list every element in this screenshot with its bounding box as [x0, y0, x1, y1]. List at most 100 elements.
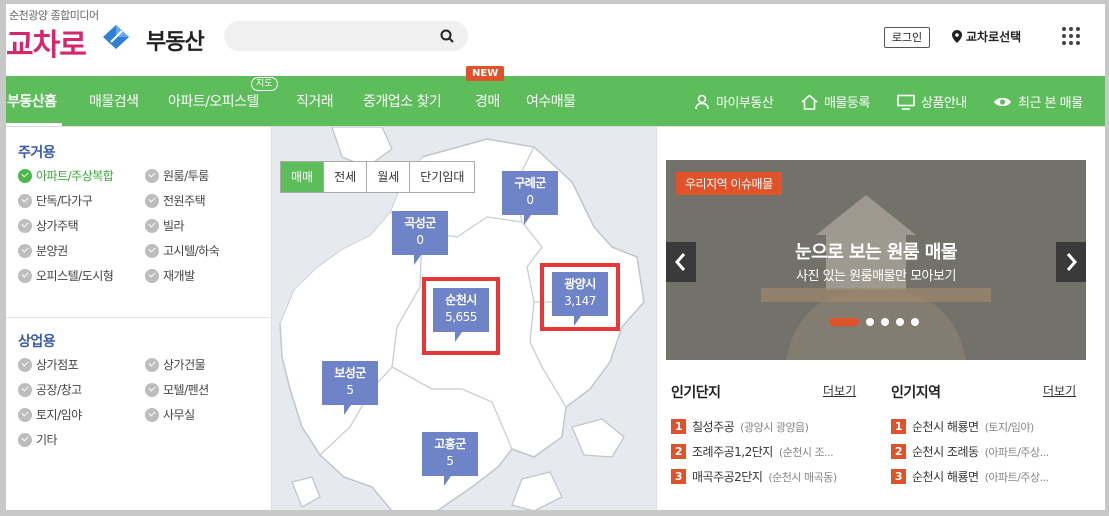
chevron-left-icon — [675, 253, 686, 271]
map-marker-goheung[interactable]: 고흥군 5 — [422, 432, 478, 486]
marker-count: 5 — [446, 454, 454, 468]
category-item-factory[interactable]: 공장/창고 — [18, 381, 82, 398]
logo-text[interactable]: 교차로 — [6, 20, 87, 64]
popular-complex-item[interactable]: 3 매곡주공2단지 (순천시 매곡동) — [671, 468, 837, 485]
category-item-shop-house[interactable]: 상가주택 — [18, 217, 79, 234]
marker-name: 곡성군 — [404, 216, 436, 230]
app-frame: 순천광양 종합미디어 교차로 부동산 로그인 교차로선택 부동산홈 매물검색 아… — [6, 4, 1105, 510]
category-item-officetel[interactable]: 오피스텔/도시형 — [18, 267, 114, 284]
search-input[interactable] — [224, 21, 468, 51]
popular-region-item[interactable]: 1 순천시 해룡면 (토지/임야) — [891, 418, 1034, 435]
category-item-country-house[interactable]: 전원주택 — [145, 192, 206, 209]
marker-name: 구례군 — [514, 176, 546, 190]
nav-my-realestate[interactable]: 마이부동산 — [694, 92, 774, 111]
logo-subtitle[interactable]: 부동산 — [146, 24, 205, 56]
tab-jeonse[interactable]: 전세 — [324, 162, 368, 192]
pagination-dot[interactable] — [896, 318, 904, 326]
check-icon — [18, 168, 32, 183]
nav-item-auction[interactable]: 경매 — [475, 91, 500, 111]
marker-name: 순천시 — [445, 293, 477, 307]
category-label: 토지/임야 — [36, 408, 82, 422]
check-icon — [145, 357, 159, 372]
popular-region-more-link[interactable]: 더보기 — [1043, 382, 1076, 399]
check-icon — [145, 168, 159, 183]
nav-my-realestate-label: 마이부동산 — [716, 96, 774, 111]
map-badge: 지도 — [251, 77, 278, 91]
category-item-office[interactable]: 사무실 — [145, 406, 195, 423]
app-grid-menu-icon[interactable] — [1061, 26, 1081, 46]
banner-pagination — [829, 318, 919, 326]
map-marker-gurye[interactable]: 구례군 0 — [502, 171, 558, 225]
home-icon — [801, 93, 818, 110]
promo-banner[interactable]: 우리지역 이슈매물 눈으로 보는 원룸 매물 사진 있는 원룸매물만 모아보기 — [666, 160, 1086, 360]
marker-name: 광양시 — [564, 277, 596, 291]
rank-badge: 3 — [891, 469, 906, 484]
nav-item-agency[interactable]: 중개업소 찾기 — [363, 91, 442, 111]
map-marker-gwangyang[interactable]: 광양시 3,147 — [552, 272, 608, 326]
category-item-oneroom[interactable]: 원룸/투룸 — [145, 167, 209, 184]
diamond-logo-icon — [103, 25, 129, 49]
category-label: 분양권 — [36, 244, 68, 258]
banner-subtitle: 사진 있는 원룸매물만 모아보기 — [796, 269, 956, 284]
category-item-land[interactable]: 토지/임야 — [18, 406, 82, 423]
search-icon[interactable] — [440, 29, 454, 43]
marker-count: 5,655 — [445, 310, 477, 324]
tab-monthly[interactable]: 월세 — [367, 162, 411, 192]
check-icon — [18, 407, 32, 422]
category-panel: 주거용 아파트/주상복합 원룸/투룸 단독/다가구 전원주택 상가주택 빌라 분… — [6, 127, 272, 510]
pagination-dot[interactable] — [911, 318, 919, 326]
marker-count: 0 — [526, 193, 534, 207]
popular-complex-more-link[interactable]: 더보기 — [823, 382, 856, 399]
category-item-gositel[interactable]: 고시텔/하숙 — [145, 242, 220, 259]
rank-badge: 2 — [671, 444, 686, 459]
region-select-label: 교차로선택 — [966, 30, 1022, 44]
check-icon — [145, 218, 159, 233]
item-name: 칠성주공 — [692, 420, 735, 434]
tab-short-term[interactable]: 단기임대 — [410, 162, 474, 192]
nav-product-info[interactable]: 상품안내 — [897, 92, 967, 111]
nav-recently-viewed[interactable]: 최근 본 매물 — [993, 92, 1083, 111]
category-item-apartment[interactable]: 아파트/주상복합 — [18, 167, 114, 184]
category-item-store[interactable]: 상가점포 — [18, 356, 79, 373]
map-marker-boseong[interactable]: 보성군 5 — [322, 361, 378, 415]
nav-item-direct[interactable]: 직거래 — [296, 91, 334, 111]
login-button[interactable]: 로그인 — [884, 27, 930, 48]
popular-region-title: 인기지역 — [891, 385, 941, 401]
check-icon — [18, 357, 32, 372]
tab-sale[interactable]: 매매 — [281, 162, 325, 192]
check-icon — [145, 193, 159, 208]
region-map[interactable]: 매매 전세 월세 단기임대 구례군 0 곡성군 0 순천시 5,655 광양시 … — [272, 127, 656, 510]
category-item-presale[interactable]: 분양권 — [18, 242, 68, 259]
popular-complex-item[interactable]: 2 조례주공1,2단지 (순천시 조... — [671, 443, 834, 460]
pagination-dot[interactable] — [881, 318, 889, 326]
item-sub: (토지/임야) — [984, 420, 1035, 434]
category-item-motel[interactable]: 모텔/펜션 — [145, 381, 209, 398]
pagination-dot[interactable] — [866, 318, 874, 326]
nav-item-apartment[interactable]: 아파트/오피스텔 — [168, 91, 259, 111]
item-name: 조례주공1,2단지 — [692, 445, 773, 459]
nav-item-home[interactable]: 부동산홈 — [7, 91, 57, 111]
category-divider — [6, 317, 272, 318]
banner-next-button[interactable] — [1056, 242, 1086, 282]
banner-badge: 우리지역 이슈매물 — [676, 172, 782, 195]
category-item-detached[interactable]: 단독/다가구 — [18, 192, 93, 209]
nav-register-listing-label: 매물등록 — [824, 96, 870, 111]
category-item-etc[interactable]: 기타 — [18, 431, 58, 448]
nav-item-search[interactable]: 매물검색 — [89, 91, 139, 111]
category-item-building[interactable]: 상가건물 — [145, 356, 206, 373]
category-item-villa[interactable]: 빌라 — [145, 217, 185, 234]
banner-prev-button[interactable] — [666, 242, 696, 282]
map-marker-suncheon[interactable]: 순천시 5,655 — [433, 288, 489, 342]
category-item-redevelop[interactable]: 재개발 — [145, 267, 195, 284]
popular-region-item[interactable]: 3 순천시 해룡면 (아파트/주상... — [891, 468, 1049, 485]
nav-register-listing[interactable]: 매물등록 — [801, 92, 870, 111]
popular-complex-item[interactable]: 1 칠성주공 (광양시 광양읍) — [671, 418, 809, 435]
nav-item-yeosu[interactable]: 여수매물 — [526, 91, 576, 111]
popular-region-item[interactable]: 2 순천시 조례동 (아파트/주상... — [891, 443, 1049, 460]
pagination-dot[interactable] — [829, 318, 859, 326]
item-sub: (순천시 조... — [778, 445, 834, 459]
category-label: 아파트/주상복합 — [36, 169, 114, 183]
region-select-button[interactable]: 교차로선택 — [952, 28, 1021, 45]
right-panel: 우리지역 이슈매물 눈으로 보는 원룸 매물 사진 있는 원룸매물만 모아보기 — [656, 127, 1105, 510]
map-marker-gokseong[interactable]: 곡성군 0 — [392, 211, 448, 265]
